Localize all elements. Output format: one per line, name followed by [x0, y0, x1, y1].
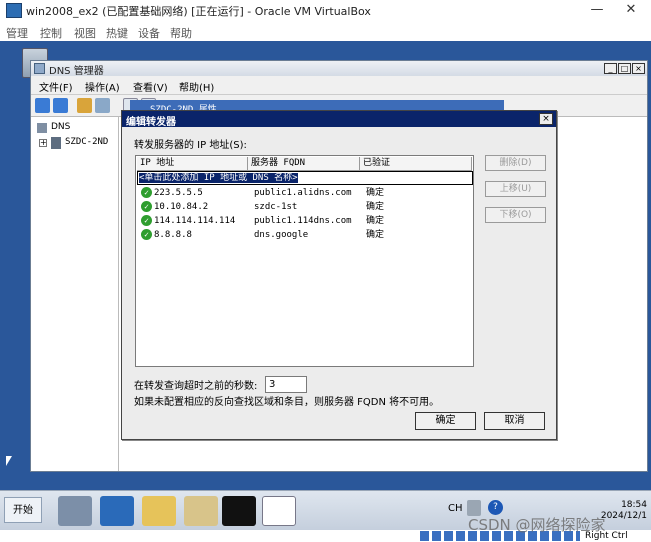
server-icon	[51, 137, 61, 149]
watermark: CSDN @网络探险家	[468, 516, 606, 534]
row-verified: 确定	[366, 188, 385, 198]
dns-menu-file[interactable]: 文件(F)	[39, 79, 73, 94]
dns-menubar	[31, 76, 647, 95]
tree-item-dns[interactable]: DNS	[51, 122, 70, 132]
dns-menu-action[interactable]: 操作(A)	[85, 79, 120, 94]
host-menu-control[interactable]: 控制	[40, 25, 62, 41]
verified-check-icon: ✓	[141, 201, 152, 212]
delete-button[interactable]: 删除(D)	[485, 155, 546, 171]
forwarders-list-label: 转发服务器的 IP 地址(S):	[134, 140, 247, 151]
host-window-title: win2008_ex2 (已配置基础网络) [正在运行] - Oracle VM…	[26, 5, 371, 18]
forwarders-list[interactable]: IP 地址 服务器 FQDN 已验证 <单击此处添加 IP 地址或 DNS 名称…	[135, 155, 474, 367]
forwarder-row[interactable]: ✓ 114.114.114.114 public1.114dns.com 确定	[136, 214, 473, 228]
mouse-cursor-icon	[6, 456, 12, 466]
ok-button[interactable]: 确定	[415, 412, 476, 430]
row-ip: 114.114.114.114	[154, 216, 236, 226]
dns-manager-titlebar	[31, 61, 647, 76]
add-forwarder-placeholder: <单击此处添加 IP 地址或 DNS 名称>	[139, 173, 298, 183]
dns-minimize-button[interactable]: _	[604, 63, 617, 74]
forwarder-row[interactable]: ✓ 10.10.84.2 szdc-1st 确定	[136, 200, 473, 214]
expand-icon[interactable]: +	[39, 139, 47, 147]
host-menu-manage[interactable]: 管理	[6, 25, 28, 41]
clock-time: 18:54	[621, 500, 647, 510]
dns-menu-view[interactable]: 查看(V)	[133, 79, 168, 94]
server-manager-icon[interactable]	[58, 496, 92, 526]
help-icon[interactable]: ?	[488, 500, 503, 515]
add-forwarder-entry[interactable]: <单击此处添加 IP 地址或 DNS 名称>	[137, 171, 473, 185]
row-fqdn: dns.google	[254, 230, 309, 240]
column-header-fqdn[interactable]: 服务器 FQDN	[248, 157, 360, 171]
edit-forwarders-dialog: 编辑转发器 × 转发服务器的 IP 地址(S): IP 地址 服务器 FQDN …	[121, 110, 557, 440]
dns-manager-icon	[34, 63, 45, 74]
tree-item-server[interactable]: SZDC-2ND	[65, 137, 108, 147]
cancel-button[interactable]: 取消	[484, 412, 545, 430]
row-fqdn: public1.114dns.com	[254, 216, 352, 226]
host-menu-help[interactable]: 帮助	[170, 25, 192, 41]
dns-close-button[interactable]: ×	[632, 63, 645, 74]
dialog-close-button[interactable]: ×	[539, 113, 553, 125]
back-arrow-icon[interactable]	[35, 98, 50, 113]
dns-root-icon	[37, 123, 47, 133]
row-verified: 确定	[366, 202, 385, 212]
dialog-title: 编辑转发器	[126, 117, 176, 128]
verified-check-icon: ✓	[141, 215, 152, 226]
dns-manager-title: DNS 管理器	[49, 66, 104, 77]
column-header-verified[interactable]: 已验证	[360, 157, 472, 171]
forwarder-row[interactable]: ✓ 8.8.8.8 dns.google 确定	[136, 228, 473, 242]
column-header-ip[interactable]: IP 地址	[137, 157, 248, 171]
host-menu-view[interactable]: 视图	[74, 25, 96, 41]
forwarder-row[interactable]: ✓ 223.5.5.5 public1.alidns.com 确定	[136, 186, 473, 200]
host-menu-hotkeys[interactable]: 热键	[106, 25, 128, 41]
row-fqdn: public1.alidns.com	[254, 188, 352, 198]
powershell-icon[interactable]	[100, 496, 134, 526]
move-up-button[interactable]: 上移(U)	[485, 181, 546, 197]
input-language-indicator[interactable]: CH	[448, 503, 463, 514]
dns-menu-help[interactable]: 帮助(H)	[179, 79, 214, 94]
row-verified: 确定	[366, 230, 385, 240]
start-button[interactable]: 开始	[4, 497, 42, 523]
notepad-icon[interactable]	[184, 496, 218, 526]
show-hide-tree-icon[interactable]	[95, 98, 110, 113]
virtualbox-icon	[6, 3, 22, 18]
row-ip: 223.5.5.5	[154, 188, 203, 198]
fqdn-note: 如果未配置相应的反向查找区域和条目，则服务器 FQDN 将不可用。	[134, 397, 440, 408]
dns-manager-taskbar-icon[interactable]	[262, 496, 296, 526]
verified-check-icon: ✓	[141, 229, 152, 240]
explorer-folder-icon[interactable]	[142, 496, 176, 526]
row-ip: 8.8.8.8	[154, 230, 192, 240]
row-ip: 10.10.84.2	[154, 202, 209, 212]
timeout-label: 在转发查询超时之前的秒数:	[134, 381, 258, 392]
console-tree: DNS + SZDC-2ND	[31, 117, 119, 471]
host-close-button[interactable]: ✕	[612, 0, 650, 22]
dialog-titlebar	[122, 111, 556, 127]
start-label: 开始	[13, 505, 33, 516]
host-minimize-button[interactable]: —	[578, 0, 616, 22]
move-down-button[interactable]: 下移(O)	[485, 207, 546, 223]
host-menu-devices[interactable]: 设备	[138, 25, 160, 41]
host-menubar	[0, 22, 651, 41]
command-prompt-icon[interactable]	[222, 496, 256, 526]
verified-check-icon: ✓	[141, 187, 152, 198]
row-verified: 确定	[366, 216, 385, 226]
timeout-seconds-input[interactable]: 3	[265, 376, 307, 393]
forward-arrow-icon[interactable]	[53, 98, 68, 113]
up-folder-icon[interactable]	[77, 98, 92, 113]
dns-maximize-button[interactable]: □	[618, 63, 631, 74]
row-fqdn: szdc-1st	[254, 202, 298, 212]
